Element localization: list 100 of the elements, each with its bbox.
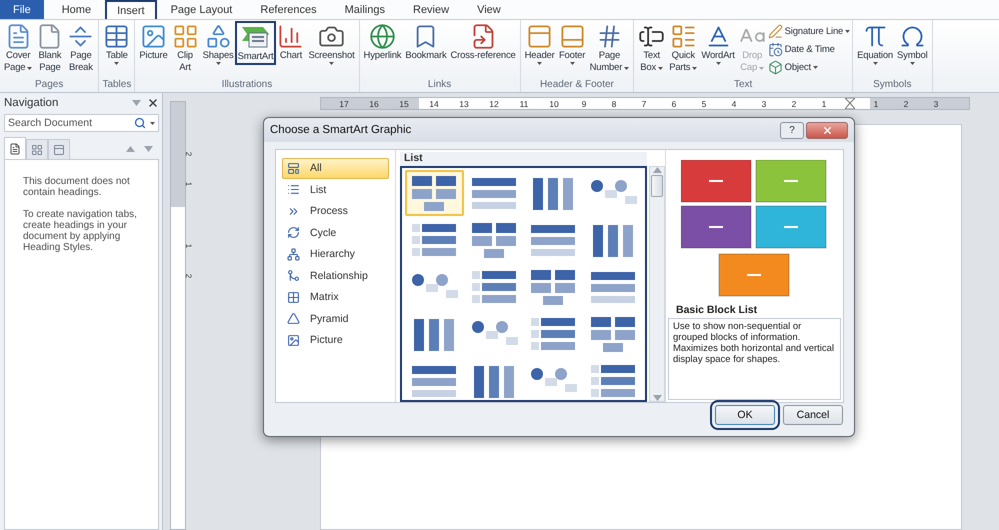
ribbon-button[interactable]: Cover Page [2,22,34,75]
ribbon-button[interactable]: Picture [137,22,170,63]
calendar-icon [768,42,783,57]
group-label: Links [426,79,452,92]
category-item[interactable]: Cycle [282,222,389,243]
results-icon [53,144,65,156]
ribbon-tab[interactable]: View [463,0,515,19]
cycle-icon [287,226,300,240]
pane-title: Navigation [4,97,60,109]
ribbon-button[interactable]: Chart [275,22,306,63]
ribbon-tab[interactable]: Page Layout [156,0,246,19]
ribbon-button[interactable]: Bookmark [403,22,449,63]
ruler-number: 12 [488,98,500,108]
ruler-number: 7 [640,98,648,108]
group-label: Pages [34,79,64,92]
ribbon-button[interactable]: Text Box [636,22,668,75]
ruler-number: 2 [183,274,193,278]
group-label: Symbols [872,79,912,92]
layout-icon [287,162,300,175]
ruler-number: 17 [338,98,350,108]
ribbon-button[interactable]: Footer [556,22,588,66]
ribbon-tab[interactable]: Review [399,0,464,19]
ribbon-button[interactable]: Screenshot [306,22,357,66]
category-item[interactable]: Process [282,201,389,222]
ruler-number: 1 [820,98,828,108]
ruler-number: 5 [700,98,708,108]
scrollbar[interactable] [649,166,665,402]
ruler-number: 1 [183,182,193,186]
ribbon-tab[interactable]: References [246,0,331,19]
list-icon [287,183,300,196]
ribbon-button[interactable]: Quick Parts [667,22,700,75]
category-item[interactable]: Picture [282,330,389,350]
view-tab[interactable] [48,139,70,159]
object-icon [768,60,783,75]
view-tab[interactable] [4,137,26,159]
grid-icon [287,290,300,304]
ribbon-button[interactable]: Table [101,22,132,66]
search-icon[interactable] [134,117,146,129]
ribbon-button[interactable]: Date & Time [768,42,850,57]
ribbon-button[interactable]: Shapes [200,22,236,66]
ruler-number: 3 [760,98,768,108]
ribbon-button[interactable]: Signature Line [768,24,850,39]
quick-parts-icon [670,23,697,50]
ribbon-button[interactable]: Header [522,22,557,66]
search-field[interactable]: Search Document [4,114,159,132]
category-item[interactable]: Pyramid [282,308,389,329]
ruler-number: 2 [902,98,910,108]
ruler-number: 3 [932,98,940,108]
ribbon-tab[interactable]: Insert [105,0,157,19]
category-item[interactable]: Relationship [282,266,389,286]
view-tab[interactable] [26,139,48,159]
ruler-number: 14 [428,98,440,108]
pane-message: This document does not contain headings. [23,176,131,198]
file-tab[interactable]: File [0,0,44,19]
scroll-thumb[interactable] [651,175,664,197]
group-label: Illustrations [220,79,274,92]
ruler-number: 16 [368,98,380,108]
cancel-button[interactable]: Cancel [783,405,843,425]
ruler-number: 4 [730,98,738,108]
ribbon-button[interactable]: Symbol [895,22,930,66]
ribbon-button[interactable]: Blank Page [34,22,66,75]
ruler-number: 10 [548,98,560,108]
picture-icon [287,334,300,347]
ribbon-button[interactable]: Page Number [588,22,632,75]
ribbon-button[interactable]: Equation [855,22,896,66]
ruler-number: 11 [518,98,530,108]
dialog-title: Choose a SmartArt Graphic [270,124,412,136]
ruler-number: 2 [183,152,193,156]
layout-title: Basic Block List [675,303,758,318]
footer-icon [558,23,586,50]
ribbon-button[interactable]: Page Break [65,22,96,75]
layout-thumbnail[interactable] [405,170,464,216]
group-label: Tables [101,79,132,92]
indent-marker-icon[interactable] [845,98,855,109]
ribbon-tab[interactable]: Home [48,0,106,19]
hierarchy-icon [287,248,300,261]
close-button[interactable] [806,122,848,138]
category-item[interactable]: Matrix [282,287,389,308]
help-button[interactable]: ? [780,122,804,138]
ribbon-button[interactable]: Cross-reference [448,22,518,63]
globe-icon [368,23,396,50]
ribbon-button[interactable]: Clip Art [170,22,201,75]
thumbnails-icon [31,144,43,156]
ribbon-tab[interactable]: Mailings [330,0,399,19]
ribbon-button[interactable]: Object [768,60,850,75]
table-icon [103,23,130,50]
ruler-number: 9 [580,98,588,108]
shapes-icon [204,23,232,50]
ruler-number: 2 [790,98,798,108]
close-icon[interactable] [147,97,159,109]
ribbon-button[interactable]: Hyperlink [362,22,404,63]
merge-icon [287,269,300,282]
close-icon [822,124,832,136]
ribbon-button[interactable]: WordArt [699,22,737,66]
category-item[interactable]: Hierarchy [282,244,389,264]
group-label: Header & Footer [538,79,615,92]
ribbon-button[interactable]: SmartArt [236,22,276,64]
category-item[interactable]: List [282,180,389,200]
category-item[interactable]: All [282,158,389,178]
ruler-number: 6 [670,98,678,108]
